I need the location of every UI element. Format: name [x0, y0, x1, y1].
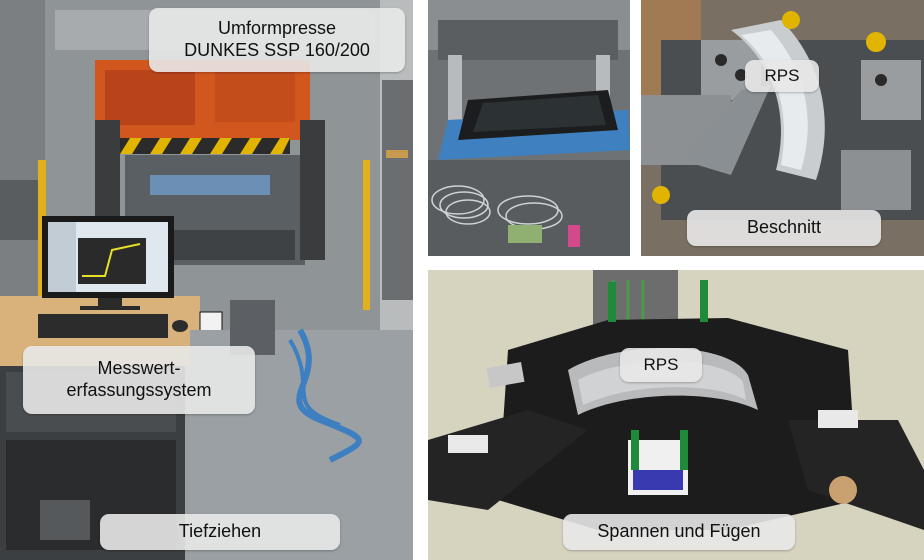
press-title-line2: DUNKES SSP 160/200 [184, 40, 370, 60]
press-title-line1: Umformpresse [217, 18, 337, 39]
trim-rps-label: RPS [745, 60, 819, 92]
deep-drawing-text: Tiefziehen [178, 521, 262, 542]
trim-caption-text: Beschnitt [746, 217, 822, 238]
trim-caption-label: Beschnitt [687, 210, 881, 246]
measurement-system-line2: erfassungssystem [66, 380, 212, 400]
press-photo-panel [0, 0, 413, 560]
die-photo [428, 0, 630, 256]
trim-rps-text: RPS [764, 65, 800, 85]
press-photo [0, 0, 413, 560]
fixture-rps-text: RPS [643, 354, 679, 374]
measurement-system-label: Messwert- erfassungssystem [23, 346, 255, 414]
measurement-system-line1: Messwert- [97, 358, 181, 379]
fixture-rps-label: RPS [620, 348, 702, 382]
press-title-label: Umformpresse DUNKES SSP 160/200 [149, 8, 405, 72]
die-photo-panel [428, 0, 630, 256]
deep-drawing-label: Tiefziehen [100, 514, 340, 550]
fixture-caption-text: Spannen und Fügen [597, 521, 761, 542]
fixture-caption-label: Spannen und Fügen [563, 514, 795, 550]
